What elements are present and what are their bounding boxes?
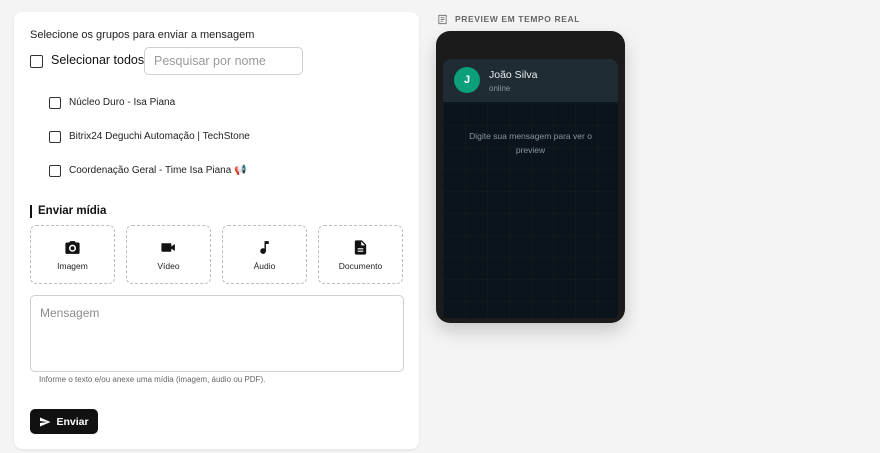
group-label: Bitrix24 Deguchi Automação | TechStone: [69, 131, 250, 142]
media-button-label: Áudio: [253, 260, 276, 271]
select-all-checkbox[interactable]: [30, 55, 43, 68]
send-icon: [40, 417, 51, 426]
message-helper-text: Informe o texto e/ou anexe uma mídia (im…: [39, 375, 266, 384]
contact-name: João Silva: [489, 69, 538, 81]
select-all-row: Selecionar todos: [30, 47, 400, 75]
group-item[interactable]: Bitrix24 Deguchi Automação | TechStone: [49, 130, 409, 146]
audio-upload-button[interactable]: Áudio: [222, 225, 307, 284]
video-upload-button[interactable]: Vídeo: [126, 225, 211, 284]
video-camera-icon: [161, 242, 175, 252]
group-label: Núcleo Duro - Isa Piana: [69, 97, 176, 108]
group-label: Coordenação Geral - Time Isa Piana 📢: [69, 165, 247, 176]
media-button-label: Vídeo: [157, 260, 180, 271]
group-checkbox[interactable]: [49, 97, 61, 109]
group-item[interactable]: Núcleo Duro - Isa Piana: [49, 96, 409, 112]
select-groups-title: Selecione os grupos para enviar a mensag…: [30, 29, 255, 41]
megaphone-icon: 📢: [234, 165, 247, 176]
image-upload-button[interactable]: Imagem: [30, 225, 115, 284]
group-checkbox[interactable]: [49, 131, 61, 143]
select-all-label[interactable]: Selecionar todos: [51, 53, 144, 67]
search-input[interactable]: [144, 47, 303, 75]
send-button[interactable]: Enviar: [30, 409, 98, 434]
media-button-label: Documento: [338, 260, 383, 271]
camera-icon: [65, 240, 80, 254]
group-checkbox[interactable]: [49, 165, 61, 177]
avatar: J: [454, 67, 480, 93]
preview-header: PREVIEW EM TEMPO REAL: [437, 12, 580, 26]
group-name: Coordenação Geral - Time Isa Piana: [69, 165, 232, 176]
phone-mockup: J João Silva online Digite sua mensagem …: [436, 31, 625, 323]
preview-title: PREVIEW EM TEMPO REAL: [455, 14, 580, 24]
media-button-label: Imagem: [57, 260, 88, 271]
document-upload-button[interactable]: Documento: [318, 225, 403, 284]
send-message-card: Selecione os grupos para enviar a mensag…: [14, 12, 419, 449]
music-note-icon: [260, 240, 269, 254]
chat-screen: J João Silva online Digite sua mensagem …: [443, 59, 618, 318]
group-item[interactable]: Coordenação Geral - Time Isa Piana 📢: [49, 164, 409, 180]
document-icon: [354, 239, 367, 255]
message-textarea[interactable]: [30, 295, 404, 372]
chat-header: J João Silva online: [443, 59, 618, 102]
media-section-title: Enviar mídia: [30, 205, 106, 218]
preview-empty-message: Digite sua mensagem para ver o preview: [469, 131, 592, 155]
contact-status: online: [489, 84, 511, 93]
preview-icon: [438, 14, 447, 24]
send-button-label: Enviar: [56, 415, 89, 428]
